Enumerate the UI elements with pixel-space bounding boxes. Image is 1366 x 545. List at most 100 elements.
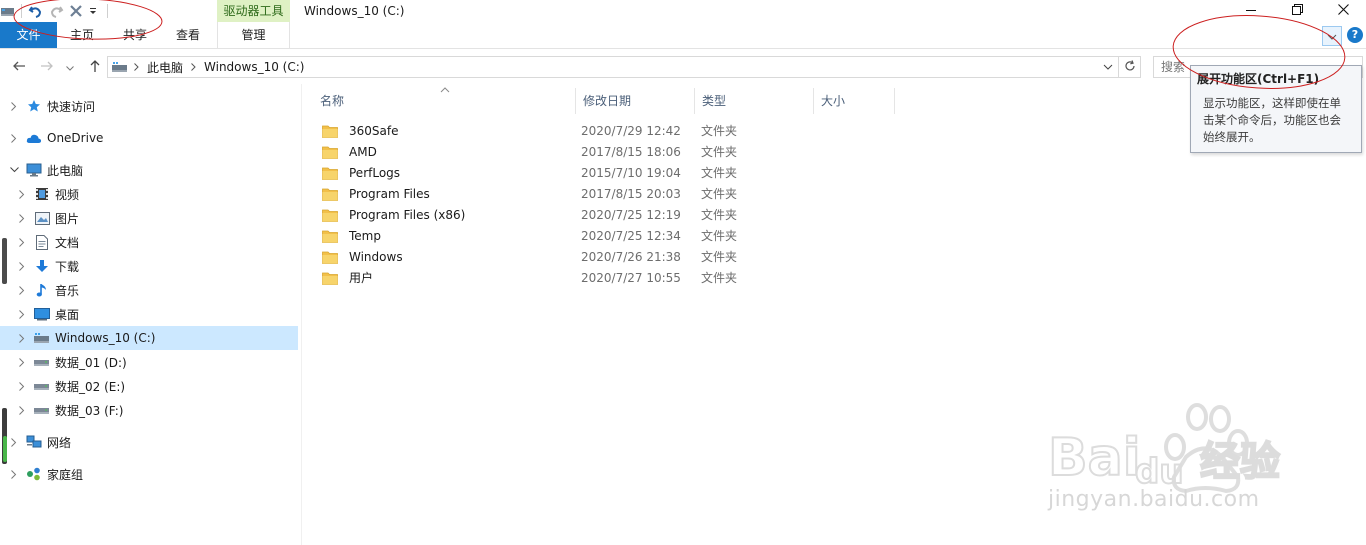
folder-icon: [322, 187, 338, 201]
tree-item[interactable]: OneDrive: [0, 126, 298, 150]
file-name: 360Safe: [349, 123, 399, 138]
forward-button[interactable]: [37, 56, 57, 78]
tree-item[interactable]: 此电脑: [0, 158, 298, 182]
chevron-right-icon[interactable]: [8, 462, 20, 486]
chevron-right-icon[interactable]: [16, 350, 28, 374]
chevron-right-icon[interactable]: [16, 278, 28, 302]
delete-icon[interactable]: [68, 3, 84, 19]
cloud-icon: [26, 130, 42, 146]
refresh-button[interactable]: [1119, 56, 1141, 78]
minimize-button[interactable]: [1228, 0, 1274, 22]
tree-item[interactable]: 数据_01 (D:): [0, 350, 298, 374]
chevron-right-icon[interactable]: [16, 206, 28, 230]
file-date-modified: 2017/8/15 20:03: [581, 186, 681, 201]
tab-file[interactable]: 文件: [0, 22, 57, 48]
back-button[interactable]: [9, 56, 29, 78]
chevron-down-icon[interactable]: [8, 158, 20, 182]
help-icon[interactable]: ?: [1347, 27, 1363, 43]
tree-item-label: 桌面: [55, 307, 80, 322]
system-drive-icon[interactable]: [1, 3, 15, 19]
file-row[interactable]: Program Files 2017/8/15 20:03 文件夹: [313, 183, 753, 204]
tab-view[interactable]: 查看: [163, 22, 213, 48]
customize-dropdown-icon[interactable]: [88, 3, 98, 19]
expand-ribbon-button[interactable]: [1322, 26, 1342, 46]
chevron-right-icon[interactable]: [16, 326, 28, 350]
tab-share[interactable]: 共享: [107, 22, 163, 48]
breadcrumb-this-pc[interactable]: 此电脑: [147, 59, 183, 76]
picture-icon: [34, 210, 50, 226]
restore-icon: [1291, 4, 1303, 18]
column-date-modified[interactable]: 修改日期: [576, 88, 694, 114]
chevron-right-icon[interactable]: [16, 374, 28, 398]
folder-icon: [322, 124, 338, 138]
tree-item[interactable]: 快速访问: [0, 94, 298, 118]
address-history-dropdown[interactable]: [1103, 64, 1113, 70]
tree-item-label: 家庭组: [47, 467, 84, 482]
chevron-right-icon[interactable]: [16, 254, 28, 278]
file-row[interactable]: AMD 2017/8/15 18:06 文件夹: [313, 141, 753, 162]
drive-icon: [34, 354, 50, 370]
tree-item[interactable]: 网络: [0, 430, 298, 454]
svg-text:经验: 经验: [1200, 439, 1280, 485]
file-row[interactable]: 360Safe 2020/7/29 12:42 文件夹: [313, 120, 753, 141]
address-bar[interactable]: 此电脑 Windows_10 (C:): [107, 56, 1119, 78]
drive-tools-context-header: 驱动器工具: [217, 0, 290, 22]
tree-item[interactable]: 视频: [0, 182, 298, 206]
file-type: 文件夹: [701, 250, 738, 264]
file-row[interactable]: Program Files (x86) 2020/7/25 12:19 文件夹: [313, 204, 753, 225]
file-row[interactable]: Temp 2020/7/25 12:34 文件夹: [313, 225, 753, 246]
tree-item[interactable]: 家庭组: [0, 462, 298, 486]
chevron-right-icon[interactable]: [16, 182, 28, 206]
file-date-modified: 2020/7/26 21:38: [581, 249, 681, 264]
file-row[interactable]: PerfLogs 2015/7/10 19:04 文件夹: [313, 162, 753, 183]
breadcrumb-separator-icon[interactable]: [191, 63, 196, 71]
file-name: Temp: [349, 228, 381, 243]
tree-item[interactable]: Windows_10 (C:): [0, 326, 298, 350]
file-row[interactable]: Windows 2020/7/26 21:38 文件夹: [313, 246, 753, 267]
file-name: Program Files (x86): [349, 207, 466, 222]
breadcrumb-separator-icon[interactable]: [134, 63, 139, 71]
tree-item[interactable]: 文档: [0, 230, 298, 254]
arrow-up-icon: [89, 59, 101, 76]
quick-access-toolbar: [0, 0, 108, 22]
minimize-icon: [1246, 4, 1256, 18]
file-name: AMD: [349, 144, 377, 159]
tree-item[interactable]: 音乐: [0, 278, 298, 302]
scroll-handle[interactable]: [2, 238, 7, 284]
file-type: 文件夹: [701, 271, 738, 285]
file-row[interactable]: 用户 2020/7/27 10:55 文件夹: [313, 267, 753, 288]
chevron-right-icon[interactable]: [8, 430, 20, 454]
chevron-right-icon[interactable]: [16, 302, 28, 326]
chevron-right-icon[interactable]: [16, 398, 28, 422]
close-icon: [1337, 4, 1349, 18]
tree-item[interactable]: 数据_02 (E:): [0, 374, 298, 398]
arrow-left-icon: [12, 60, 26, 75]
restore-button[interactable]: [1274, 0, 1320, 22]
tab-home[interactable]: 主页: [57, 22, 107, 48]
pane-divider[interactable]: [301, 84, 302, 545]
chevron-right-icon[interactable]: [16, 230, 28, 254]
video-icon: [34, 186, 50, 202]
column-divider[interactable]: [894, 88, 895, 114]
breadcrumb-current-drive[interactable]: Windows_10 (C:): [204, 60, 304, 74]
tree-item[interactable]: 数据_03 (F:): [0, 398, 298, 422]
tree-item[interactable]: 图片: [0, 206, 298, 230]
file-date-modified: 2015/7/10 19:04: [581, 165, 681, 180]
recent-locations-button[interactable]: [62, 56, 78, 78]
close-button[interactable]: [1320, 0, 1366, 22]
expand-ribbon-tooltip: 展开功能区(Ctrl+F1) 显示功能区，这样即使在单 击某个命令后，功能区也会…: [1190, 65, 1362, 153]
tree-item[interactable]: 桌面: [0, 302, 298, 326]
undo-icon[interactable]: [28, 3, 44, 19]
column-size[interactable]: 大小: [814, 88, 894, 114]
tree-item-label: 数据_02 (E:): [55, 379, 126, 394]
tree-item-label: 此电脑: [47, 163, 84, 178]
column-type[interactable]: 类型: [695, 88, 813, 114]
up-button[interactable]: [85, 56, 105, 78]
tree-item[interactable]: 下载: [0, 254, 298, 278]
tree-item-label: Windows_10 (C:): [55, 331, 156, 345]
drive-icon: [34, 402, 50, 418]
chevron-right-icon[interactable]: [8, 94, 20, 118]
redo-icon[interactable]: [48, 3, 64, 19]
chevron-right-icon[interactable]: [8, 126, 20, 150]
svg-text:du: du: [1135, 452, 1184, 492]
